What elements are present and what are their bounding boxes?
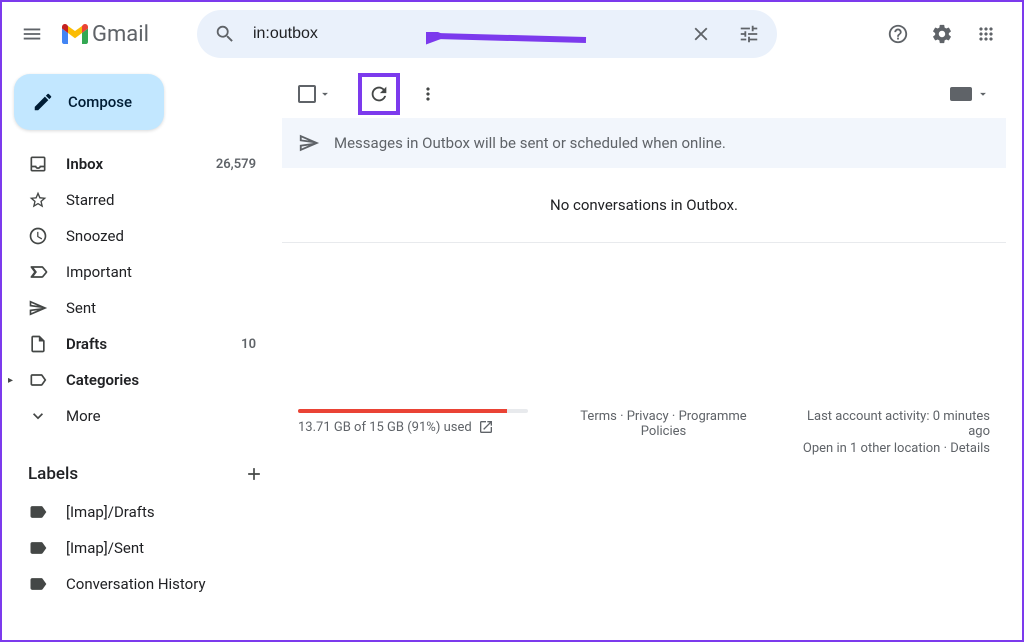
- nav-label: Snoozed: [66, 227, 256, 245]
- sidebar-item-starred[interactable]: Starred: [2, 182, 268, 218]
- empty-state-message: No conversations in Outbox.: [282, 168, 1006, 243]
- nav-label: [Imap]/Sent: [66, 539, 256, 557]
- input-tools-button[interactable]: [950, 87, 990, 101]
- activity-section: Last account activity: 0 minutes ago Ope…: [799, 409, 990, 458]
- storage-fill: [298, 409, 507, 413]
- hamburger-icon: [21, 23, 43, 45]
- caret-right-icon: ▸: [8, 375, 13, 386]
- gear-icon: [931, 23, 953, 45]
- apps-grid-icon: [976, 24, 996, 44]
- main-panel: Messages in Outbox will be sent or sched…: [282, 66, 1022, 640]
- label-tag-icon: [28, 574, 48, 594]
- inbox-icon: [28, 154, 48, 174]
- support-button[interactable]: [878, 14, 918, 54]
- sidebar-item-important[interactable]: Important: [2, 254, 268, 290]
- last-activity-text: Last account activity: 0 minutes ago: [799, 409, 990, 439]
- open-locations-link[interactable]: Open in 1 other location: [803, 441, 940, 456]
- main-menu-button[interactable]: [10, 12, 54, 56]
- help-icon: [887, 23, 909, 45]
- refresh-button[interactable]: [364, 79, 394, 109]
- sidebar-item-more[interactable]: More: [2, 398, 268, 434]
- terms-link[interactable]: Terms: [580, 409, 617, 424]
- privacy-link[interactable]: Privacy: [627, 409, 669, 424]
- details-link[interactable]: Details: [950, 441, 990, 456]
- gmail-m-icon: [62, 24, 88, 44]
- body-layout: Compose Inbox 26,579 Starred Snoozed Imp…: [2, 66, 1022, 640]
- more-vert-icon: [418, 84, 438, 104]
- footer: 13.71 GB of 15 GB (91%) used Terms · Pri…: [282, 393, 1006, 474]
- send-icon: [28, 298, 48, 318]
- footer-links: Terms · Privacy · Programme Policies: [568, 409, 759, 458]
- storage-progress-bar: [298, 409, 528, 413]
- compose-label: Compose: [68, 93, 132, 111]
- refresh-highlight-box: [358, 73, 400, 115]
- select-all-checkbox[interactable]: [298, 85, 332, 103]
- header-actions: [878, 14, 1014, 54]
- nav-label: Categories: [66, 371, 256, 389]
- keyboard-icon: [950, 87, 972, 101]
- sidebar-item-drafts[interactable]: Drafts 10: [2, 326, 268, 362]
- tune-icon: [738, 23, 760, 45]
- outbox-info-banner: Messages in Outbox will be sent or sched…: [282, 118, 1006, 168]
- search-options-button[interactable]: [729, 14, 769, 54]
- nav-label: Inbox: [66, 155, 198, 173]
- nav-count: 10: [241, 337, 256, 352]
- banner-text: Messages in Outbox will be sent or sched…: [334, 134, 726, 152]
- nav-label: Drafts: [66, 335, 223, 353]
- chevron-down-icon: [28, 406, 48, 426]
- label-item-imap-sent[interactable]: [Imap]/Sent: [2, 530, 268, 566]
- label-item-conversation-history[interactable]: Conversation History: [2, 566, 268, 602]
- clock-icon: [28, 226, 48, 246]
- refresh-icon: [368, 83, 390, 105]
- sidebar-item-categories[interactable]: ▸ Categories: [2, 362, 268, 398]
- nav-label: Important: [66, 263, 256, 281]
- sidebar-item-sent[interactable]: Sent: [2, 290, 268, 326]
- label-icon: [28, 370, 48, 390]
- app-header: Gmail: [2, 2, 1022, 66]
- label-item-imap-drafts[interactable]: [Imap]/Drafts: [2, 494, 268, 530]
- open-in-new-icon[interactable]: [478, 419, 494, 435]
- send-icon: [298, 132, 320, 154]
- nav-label: More: [66, 407, 256, 425]
- brand-text: Gmail: [92, 22, 149, 47]
- dropdown-arrow-icon: [976, 87, 990, 101]
- add-label-button[interactable]: [244, 464, 264, 484]
- settings-button[interactable]: [922, 14, 962, 54]
- pencil-icon: [32, 91, 54, 113]
- important-icon: [28, 262, 48, 282]
- search-input[interactable]: [253, 25, 673, 43]
- file-icon: [28, 334, 48, 354]
- nav-label: Starred: [66, 191, 256, 209]
- sidebar-item-inbox[interactable]: Inbox 26,579: [2, 146, 268, 182]
- storage-text: 13.71 GB of 15 GB (91%) used: [298, 420, 472, 435]
- apps-button[interactable]: [966, 14, 1006, 54]
- search-icon: [214, 23, 236, 45]
- search-bar: [197, 10, 777, 58]
- nav-label: [Imap]/Drafts: [66, 503, 256, 521]
- sidebar: Compose Inbox 26,579 Starred Snoozed Imp…: [2, 66, 282, 640]
- storage-section: 13.71 GB of 15 GB (91%) used: [298, 409, 528, 458]
- mail-toolbar: [282, 70, 1006, 118]
- label-tag-icon: [28, 538, 48, 558]
- search-clear-button[interactable]: [681, 14, 721, 54]
- nav-count: 26,579: [216, 157, 256, 172]
- checkbox-icon: [298, 85, 316, 103]
- labels-header: Labels: [2, 454, 282, 494]
- label-tag-icon: [28, 502, 48, 522]
- search-button[interactable]: [205, 14, 245, 54]
- more-options-button[interactable]: [412, 78, 444, 110]
- star-icon: [28, 190, 48, 210]
- compose-button[interactable]: Compose: [14, 74, 164, 130]
- close-icon: [690, 23, 712, 45]
- sidebar-item-snoozed[interactable]: Snoozed: [2, 218, 268, 254]
- dropdown-arrow-icon: [318, 87, 332, 101]
- gmail-logo[interactable]: Gmail: [62, 22, 179, 47]
- labels-title: Labels: [28, 464, 78, 484]
- plus-icon: [244, 464, 264, 484]
- nav-label: Sent: [66, 299, 256, 317]
- nav-label: Conversation History: [66, 575, 256, 593]
